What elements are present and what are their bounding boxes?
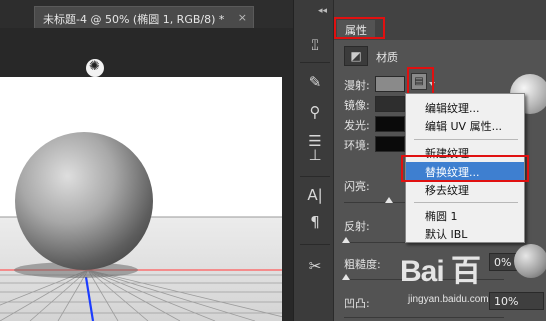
close-tab-icon[interactable]: × <box>238 11 247 24</box>
document-title: 未标题-4 @ 50% (椭圆 1, RGB/8) * <box>43 13 225 26</box>
brush-settings-icon[interactable]: ⚲ <box>304 101 326 123</box>
specular-label: 镜像: <box>344 99 370 112</box>
material-icon[interactable]: ◩ <box>344 46 368 66</box>
diffuse-label: 漫射: <box>344 79 370 92</box>
specular-swatch[interactable] <box>375 96 405 112</box>
paragraph-icon[interactable]: ¶ <box>304 211 326 233</box>
document-canvas[interactable] <box>0 77 282 321</box>
reflection-slider-thumb[interactable] <box>342 237 350 243</box>
ambient-label: 环境: <box>344 139 370 152</box>
menu-item-remove-texture[interactable]: 移去纹理 <box>406 180 524 198</box>
menu-item-edit-texture[interactable]: 编辑纹理... <box>406 98 524 116</box>
panel-icon-strip: ◂◂ ⑄ ✎ ⚲ ☰ ⊥ A| ¶ ✂ <box>293 0 333 321</box>
tool-presets-icon[interactable]: ✂ <box>304 255 326 277</box>
bump-slider[interactable] <box>344 317 504 318</box>
roughness-slider-thumb[interactable] <box>342 274 350 280</box>
reflection-label: 反射: <box>344 220 370 233</box>
diffuse-swatch[interactable] <box>375 76 405 92</box>
3d-panel-icon[interactable]: ⑄ <box>304 34 326 56</box>
ambient-swatch[interactable] <box>375 136 405 152</box>
replace-texture-highlight-box <box>401 155 529 182</box>
document-tab-bar: 未标题-4 @ 50% (椭圆 1, RGB/8) * × <box>0 0 293 28</box>
divider <box>300 176 330 177</box>
illumination-swatch[interactable] <box>375 116 405 132</box>
menu-divider <box>414 139 518 140</box>
roughness-slider[interactable] <box>344 279 504 280</box>
roughness-label: 粗糙度: <box>344 258 381 271</box>
clone-stamp-icon[interactable]: ⊥ <box>304 144 326 166</box>
menu-item-ellipse-1[interactable]: 椭圆 1 <box>406 206 524 224</box>
bump-field[interactable]: 10% <box>489 292 544 310</box>
shine-label: 闪亮: <box>344 180 370 193</box>
material-label: 材质 <box>376 51 398 64</box>
light-source-icon[interactable]: ✺ <box>86 59 104 77</box>
3d-scene[interactable] <box>0 77 282 321</box>
shine-slider-thumb[interactable] <box>385 197 393 203</box>
document-tab[interactable]: 未标题-4 @ 50% (椭圆 1, RGB/8) * × <box>34 6 254 28</box>
diffuse-highlight-box <box>407 67 434 95</box>
character-icon[interactable]: A| <box>304 184 326 206</box>
menu-divider <box>414 202 518 203</box>
divider <box>300 244 330 245</box>
tab-highlight-box <box>334 17 385 39</box>
collapse-panels-icon[interactable]: ◂◂ <box>318 6 327 16</box>
menu-item-edit-uv[interactable]: 编辑 UV 属性... <box>406 116 524 134</box>
texture-preview-sphere[interactable] <box>514 244 546 278</box>
panel-header: 属性 <box>334 0 546 40</box>
illumination-label: 发光: <box>344 119 370 132</box>
brush-presets-icon[interactable]: ✎ <box>304 71 326 93</box>
divider <box>300 62 330 63</box>
menu-item-default-ibl[interactable]: 默认 IBL <box>406 224 524 242</box>
bump-label: 凹凸: <box>344 297 370 310</box>
3d-sphere <box>15 132 153 270</box>
